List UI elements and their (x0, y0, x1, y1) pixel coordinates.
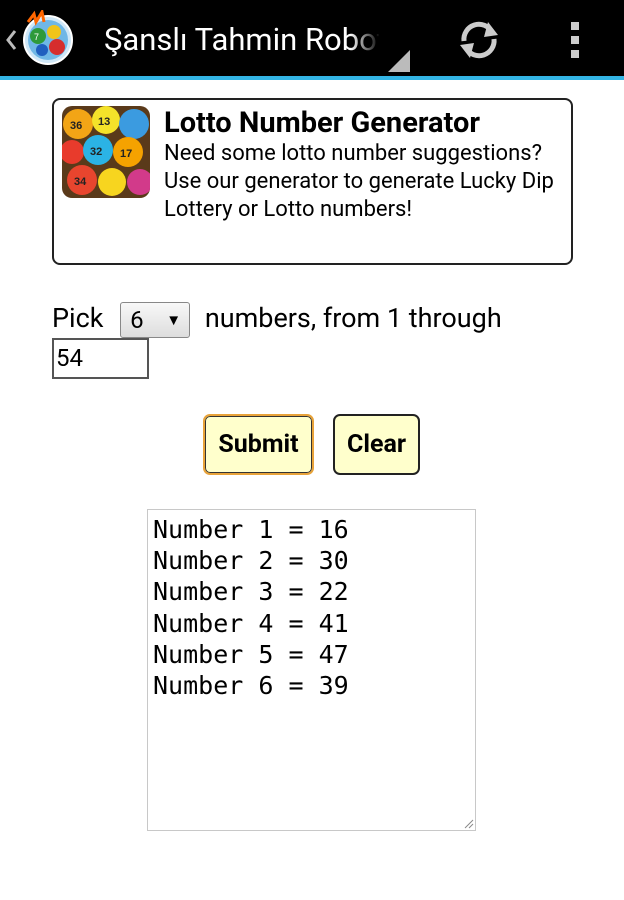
svg-text:7: 7 (34, 32, 39, 42)
action-bar: 7 Şanslı Tahmin Robotu (0, 0, 624, 80)
up-caret-icon[interactable] (4, 28, 18, 52)
results-textarea[interactable]: Number 1 = 16 Number 2 = 30 Number 3 = 2… (147, 509, 476, 831)
lottery-balls-image: 36 13 32 17 34 (62, 106, 150, 198)
action-bar-accent (0, 76, 624, 80)
result-line: Number 2 = 30 (153, 546, 349, 576)
pick-row: Pick 6 ▼ numbers, from 1 through (52, 300, 572, 338)
spinner-indicator-icon[interactable] (388, 50, 410, 72)
app-lottery-icon[interactable]: 7 (20, 10, 76, 66)
dropdown-arrow-icon: ▼ (166, 310, 182, 329)
clear-button[interactable]: Clear (333, 414, 420, 475)
svg-text:34: 34 (74, 176, 87, 188)
count-select-value: 6 (130, 305, 144, 334)
title-fade (350, 20, 380, 60)
result-line: Number 4 = 41 (153, 608, 349, 638)
svg-text:32: 32 (90, 146, 102, 158)
count-select[interactable]: 6 ▼ (120, 301, 191, 338)
refresh-icon[interactable] (448, 14, 510, 66)
max-number-input[interactable]: 54 (52, 338, 149, 379)
resize-grip-icon[interactable] (464, 819, 474, 829)
submit-button[interactable]: Submit (203, 414, 314, 475)
info-card: 36 13 32 17 34 Lotto Number Generator Ne… (52, 98, 573, 265)
svg-text:13: 13 (98, 116, 110, 128)
svg-text:36: 36 (70, 120, 82, 132)
svg-text:17: 17 (120, 148, 132, 160)
result-line: Number 1 = 16 (153, 515, 349, 544)
result-line: Number 6 = 39 (153, 671, 349, 701)
range-label: numbers, from 1 through (204, 302, 502, 334)
pick-label: Pick (52, 302, 104, 334)
overflow-menu-icon[interactable] (560, 14, 592, 66)
app-title[interactable]: Şanslı Tahmin Robotu (104, 20, 379, 60)
result-line: Number 3 = 22 (153, 577, 349, 607)
result-line: Number 5 = 47 (153, 639, 349, 669)
